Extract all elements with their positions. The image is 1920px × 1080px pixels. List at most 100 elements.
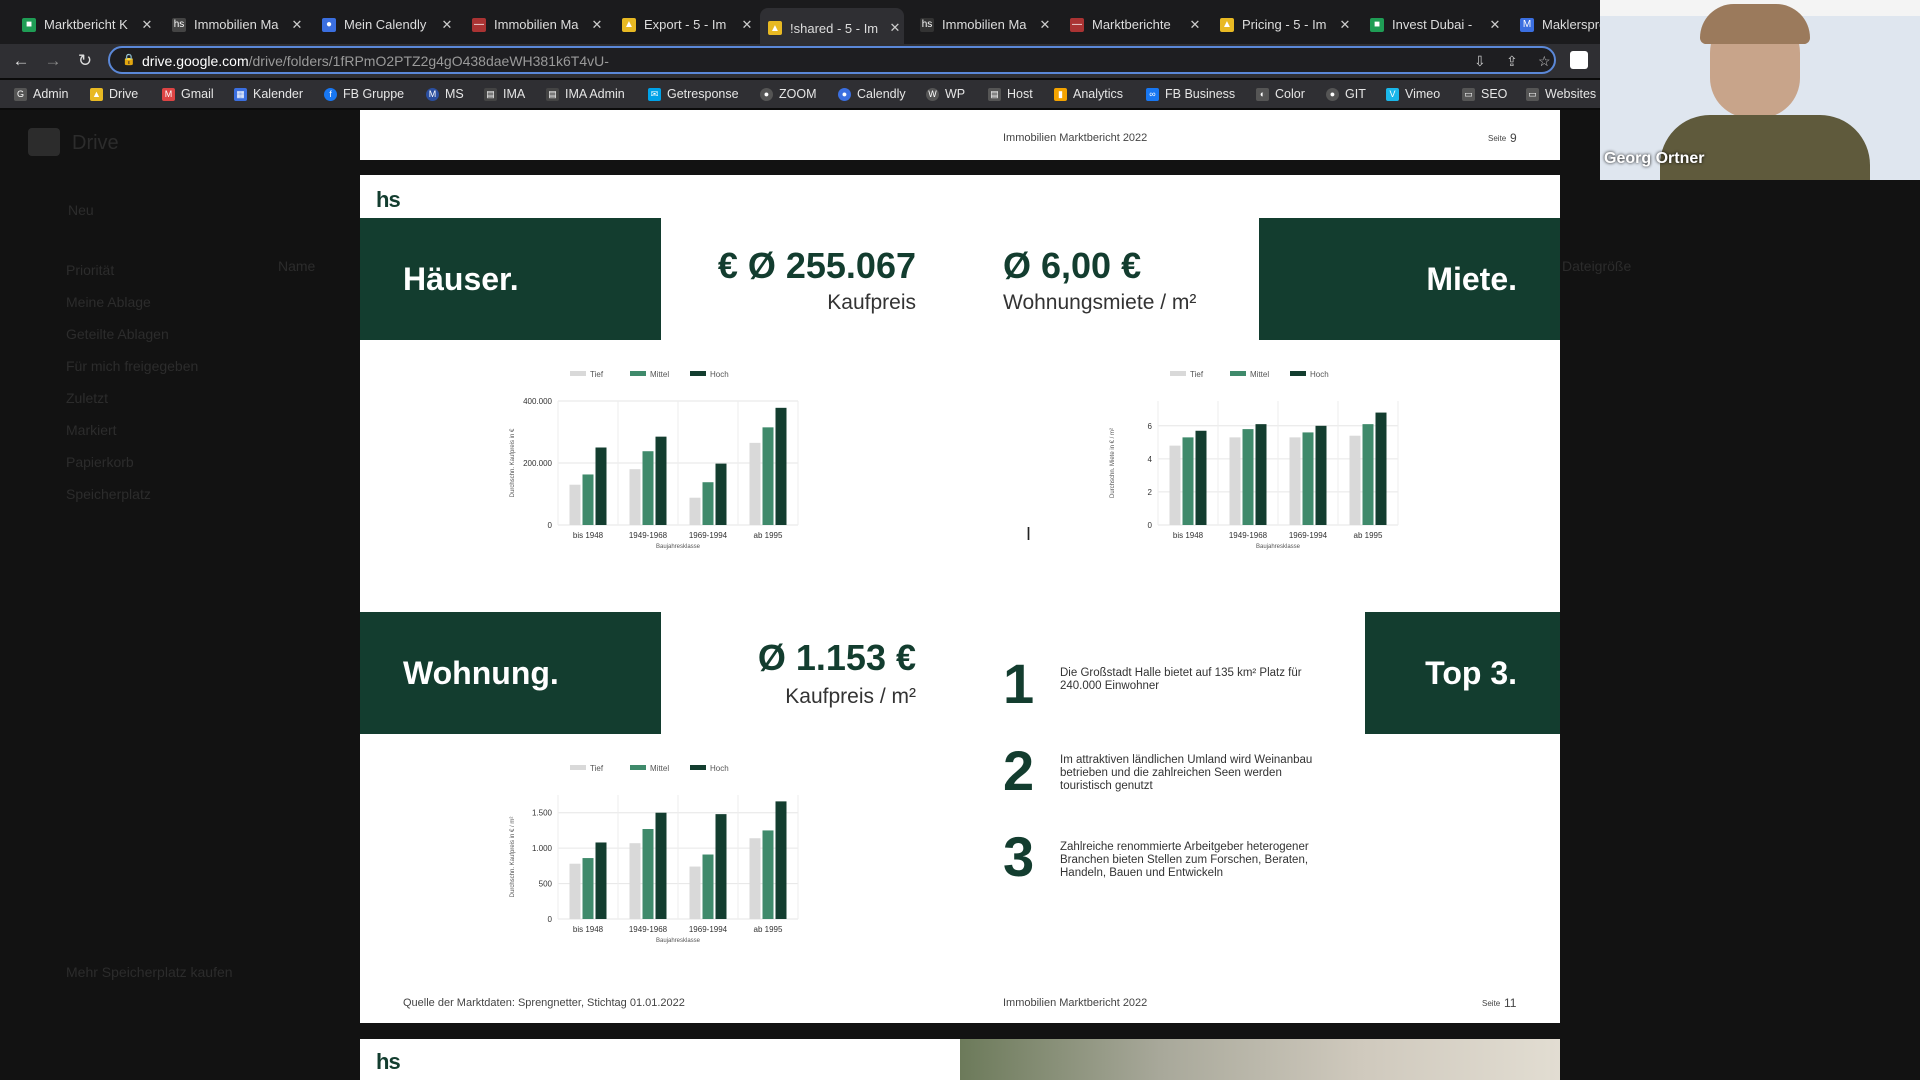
close-tab-icon[interactable]: ✕ xyxy=(886,20,904,36)
bookmark-label: ZOOM xyxy=(779,87,817,101)
tab-favicon-icon: — xyxy=(1070,17,1084,32)
extension-icon[interactable] xyxy=(1570,51,1588,69)
tab[interactable]: M Maklerspre xyxy=(1512,11,1600,38)
tab[interactable]: — Immobilien Ma ✕ xyxy=(464,11,606,38)
bookmark[interactable]: ▭ SEO xyxy=(1462,85,1507,103)
tab-title: !shared - 5 - Im xyxy=(790,20,879,36)
address-bar[interactable]: 🔒 drive.google.com/drive/folders/1fRPmO2… xyxy=(108,46,1556,74)
reload-icon[interactable]: ↻ xyxy=(72,48,98,74)
column-header[interactable]: Dateigröße xyxy=(1562,258,1631,274)
sidebar-item[interactable]: Für mich freigegeben xyxy=(66,358,198,374)
tab[interactable]: hs Immobilien Ma ✕ xyxy=(164,11,306,38)
bookmark[interactable]: ● GIT xyxy=(1326,85,1366,103)
haeuser-price: Ø 255.067 € xyxy=(717,245,916,286)
hs-logo: hs xyxy=(376,187,401,212)
close-tab-icon[interactable]: ✕ xyxy=(438,17,456,33)
x-tick-label: bis 1948 xyxy=(573,925,604,934)
sidebar-item[interactable]: Priorität xyxy=(66,262,114,278)
bookmark[interactable]: ▤ IMA xyxy=(484,85,525,103)
tab[interactable]: ● Mein Calendly ✕ xyxy=(314,11,456,38)
bookmark[interactable]: G Admin xyxy=(14,85,68,103)
bookmark[interactable]: W WP xyxy=(926,85,965,103)
bar xyxy=(1242,429,1254,525)
close-tab-icon[interactable]: ✕ xyxy=(138,17,156,33)
tab[interactable]: — Marktberichte ✕ xyxy=(1062,11,1204,38)
share-icon[interactable]: ⇪ xyxy=(1506,53,1518,70)
bookmark[interactable]: ✉ Getresponse xyxy=(648,85,739,103)
bar xyxy=(642,829,654,919)
participant-name: Georg Ortner xyxy=(1604,150,1705,167)
close-tab-icon[interactable]: ✕ xyxy=(1336,17,1354,33)
tab[interactable]: hs Immobilien Ma ✕ xyxy=(912,11,1054,38)
y-tick-label: 4 xyxy=(1148,455,1153,464)
wohnung-price: Ø 1.153 € xyxy=(757,637,916,678)
top3-number: 1 xyxy=(1003,652,1035,715)
vimeo-icon: V xyxy=(1386,87,1399,101)
bookmark[interactable]: ▮ Analytics xyxy=(1054,85,1123,103)
tab[interactable]: ▲ Pricing - 5 - Im ✕ xyxy=(1212,11,1354,38)
bookmark[interactable]: ● Calendly xyxy=(838,85,906,103)
close-tab-icon[interactable]: ✕ xyxy=(288,17,306,33)
bookmark[interactable]: V Vimeo xyxy=(1386,85,1440,103)
new-button[interactable]: Neu xyxy=(68,202,94,218)
bookmarks-bar: G Admin ▲ Drive M Gmail ▦ Kalender f FB Grupp… xyxy=(0,80,1600,108)
bar xyxy=(1289,437,1301,525)
bookmark[interactable]: ◐ Color xyxy=(1256,85,1305,103)
bar xyxy=(595,447,607,525)
install-icon[interactable]: ⇩ xyxy=(1474,53,1486,70)
bookmark-label: Analytics xyxy=(1073,87,1124,101)
bookmark[interactable]: M MS xyxy=(426,85,464,103)
bookmark[interactable]: ▤ Host xyxy=(988,85,1033,103)
bookmark-label: Calendly xyxy=(857,87,906,101)
x-tick-label: 1949-1968 xyxy=(629,925,668,934)
legend-swatch xyxy=(690,371,706,376)
bookmark-label: Getresponse xyxy=(667,87,739,101)
sidebar-item[interactable]: Papierkorb xyxy=(66,454,134,470)
bookmark[interactable]: ● ZOOM xyxy=(760,85,817,103)
sidebar-item[interactable]: Speicherplatz xyxy=(66,486,151,502)
text-cursor-icon: I xyxy=(1026,524,1032,544)
x-tick-label: ab 1995 xyxy=(754,925,783,934)
close-tab-icon[interactable]: ✕ xyxy=(1036,17,1054,33)
analytics-icon: ▮ xyxy=(1054,87,1067,101)
sidebar-item[interactable]: Meine Ablage xyxy=(66,294,151,310)
sidebar-item[interactable]: Zuletzt xyxy=(66,390,108,406)
x-tick-label: bis 1948 xyxy=(1173,531,1204,540)
tab-favicon-icon: ■ xyxy=(1370,17,1384,32)
bookmark[interactable]: ▦ Kalender xyxy=(234,85,303,103)
bookmark[interactable]: ∞ FB Business xyxy=(1146,85,1235,103)
lock-icon: 🔒 xyxy=(122,54,136,66)
top3-block: Top 3. xyxy=(1365,612,1560,734)
forward-icon[interactable]: → xyxy=(40,48,66,74)
storage-link[interactable]: Mehr Speicherplatz kaufen xyxy=(66,964,233,980)
close-tab-icon[interactable]: ✕ xyxy=(738,17,756,33)
back-icon[interactable]: ← xyxy=(8,48,34,74)
legend-swatch xyxy=(1170,371,1186,376)
tab[interactable]: ▲ Export - 5 - Im ✕ xyxy=(614,11,756,38)
folder-icon: ▭ xyxy=(1526,87,1539,101)
bookmark-label: SEO xyxy=(1481,87,1508,101)
sidebar-item[interactable]: Geteilte Ablagen xyxy=(66,326,169,342)
sidebar-item[interactable]: Markiert xyxy=(66,422,117,438)
bookmark[interactable]: f FB Gruppe xyxy=(324,85,404,103)
legend-swatch xyxy=(1230,371,1246,376)
close-tab-icon[interactable]: ✕ xyxy=(1186,17,1204,33)
tab[interactable]: ■ Invest Dubai - ✕ xyxy=(1362,11,1504,38)
legend-label: Hoch xyxy=(710,764,729,773)
bookmark[interactable]: ▲ Drive xyxy=(90,85,138,103)
drive-icon: ▲ xyxy=(90,87,103,101)
source-note: Quelle der Marktdaten: Sprengnetter, Sti… xyxy=(403,997,685,1009)
y-tick-label: 400.000 xyxy=(523,397,552,406)
column-header[interactable]: Name xyxy=(278,258,315,274)
bookmark[interactable]: ▭ Websites xyxy=(1526,85,1596,103)
ms-icon: M xyxy=(426,87,439,101)
bookmark-star-icon[interactable]: ☆ xyxy=(1538,53,1551,70)
bookmark[interactable]: ▤ IMA Admin xyxy=(546,85,625,103)
tab-active[interactable]: ▲ !shared - 5 - Im ✕ xyxy=(760,8,904,48)
close-tab-icon[interactable]: ✕ xyxy=(1486,17,1504,33)
address-url: drive.google.com/drive/folders/1fRPmO2PT… xyxy=(142,53,609,69)
bookmark-label: Gmail xyxy=(181,87,214,101)
bookmark[interactable]: M Gmail xyxy=(162,85,214,103)
tab[interactable]: ■ Marktbericht K ✕ xyxy=(14,11,156,38)
close-tab-icon[interactable]: ✕ xyxy=(588,17,606,33)
